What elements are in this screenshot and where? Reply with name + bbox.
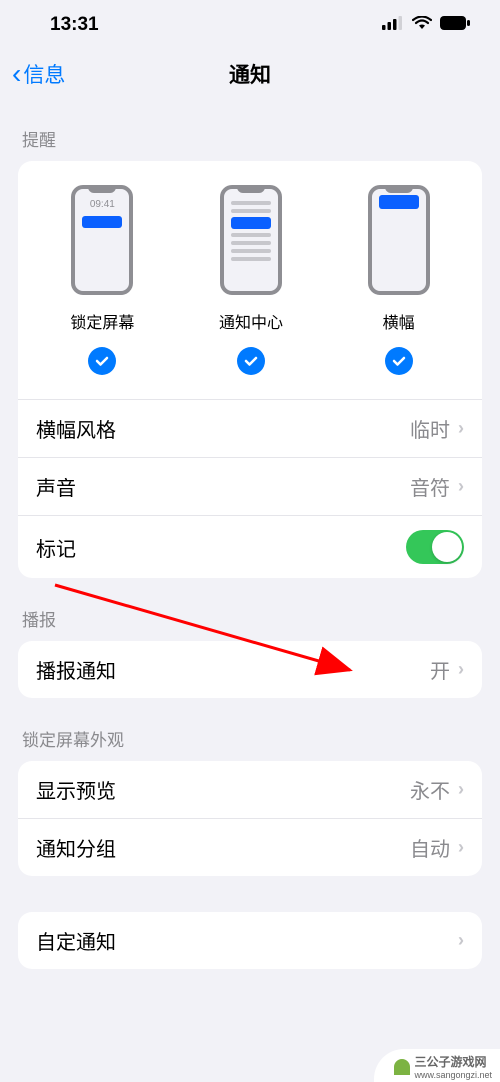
battery-icon — [440, 16, 470, 35]
row-preview[interactable]: 显示预览 永不 › — [18, 761, 482, 818]
status-bar: 13:31 — [0, 0, 500, 50]
chevron-left-icon: ‹ — [12, 60, 21, 88]
nav-bar: ‹ 信息 通知 — [0, 50, 500, 98]
watermark-url: www.sangongzi.net — [414, 1070, 492, 1080]
back-label: 信息 — [23, 59, 65, 89]
row-label: 显示预览 — [36, 775, 116, 804]
row-badge: 标记 — [18, 515, 482, 578]
phone-preview-center — [220, 185, 282, 295]
group-customize: 自定通知 › — [18, 912, 482, 969]
chevron-right-icon: › — [458, 779, 464, 800]
row-announce[interactable]: 播报通知 开 › — [18, 641, 482, 698]
back-button[interactable]: ‹ 信息 — [12, 59, 65, 89]
row-value: 自动 — [410, 833, 450, 862]
alert-label: 锁定屏幕 — [70, 309, 134, 333]
badge-switch[interactable] — [406, 530, 464, 564]
checkmark-icon — [88, 347, 116, 375]
watermark-text: 三公子游戏网 — [414, 1053, 492, 1070]
status-icons — [382, 16, 470, 35]
row-label: 自定通知 — [36, 926, 116, 955]
section-header-alerts: 提醒 — [0, 98, 500, 161]
checkmark-icon — [385, 347, 413, 375]
chevron-right-icon: › — [458, 930, 464, 951]
phone-preview-lock: 09:41 — [71, 185, 133, 295]
page-title: 通知 — [229, 59, 271, 89]
watermark-logo-icon — [394, 1059, 410, 1075]
signal-icon — [382, 16, 404, 35]
group-alerts: 09:41 锁定屏幕 通知中心 — [18, 161, 482, 578]
chevron-right-icon: › — [458, 418, 464, 439]
status-time: 13:31 — [50, 14, 99, 36]
watermark: 三公子游戏网 www.sangongzi.net — [374, 1049, 500, 1082]
group-announce: 播报通知 开 › — [18, 641, 482, 698]
checkmark-icon — [237, 347, 265, 375]
alert-label: 横幅 — [383, 309, 415, 333]
alert-label: 通知中心 — [219, 309, 283, 333]
wifi-icon — [412, 16, 432, 35]
section-header-lockscreen: 锁定屏幕外观 — [0, 698, 500, 761]
row-label: 标记 — [36, 533, 76, 562]
phone-preview-banner — [368, 185, 430, 295]
row-value: 临时 — [410, 414, 450, 443]
row-sound[interactable]: 声音 音符 › — [18, 457, 482, 515]
chevron-right-icon: › — [458, 659, 464, 680]
row-label: 通知分组 — [36, 833, 116, 862]
row-value: 开 — [430, 655, 450, 684]
row-customize[interactable]: 自定通知 › — [18, 912, 482, 969]
alert-option-center[interactable]: 通知中心 — [219, 185, 283, 381]
row-label: 播报通知 — [36, 655, 116, 684]
chevron-right-icon: › — [458, 476, 464, 497]
chevron-right-icon: › — [458, 837, 464, 858]
row-label: 声音 — [36, 472, 76, 501]
row-value: 音符 — [410, 472, 450, 501]
alert-option-lockscreen[interactable]: 09:41 锁定屏幕 — [70, 185, 134, 381]
alert-option-banner[interactable]: 横幅 — [368, 185, 430, 381]
alert-options: 09:41 锁定屏幕 通知中心 — [18, 161, 482, 399]
row-label: 横幅风格 — [36, 414, 116, 443]
row-value: 永不 — [410, 775, 450, 804]
row-banner-style[interactable]: 横幅风格 临时 › — [18, 399, 482, 457]
group-lockscreen: 显示预览 永不 › 通知分组 自动 › — [18, 761, 482, 876]
section-header-announce: 播报 — [0, 578, 500, 641]
row-grouping[interactable]: 通知分组 自动 › — [18, 818, 482, 876]
